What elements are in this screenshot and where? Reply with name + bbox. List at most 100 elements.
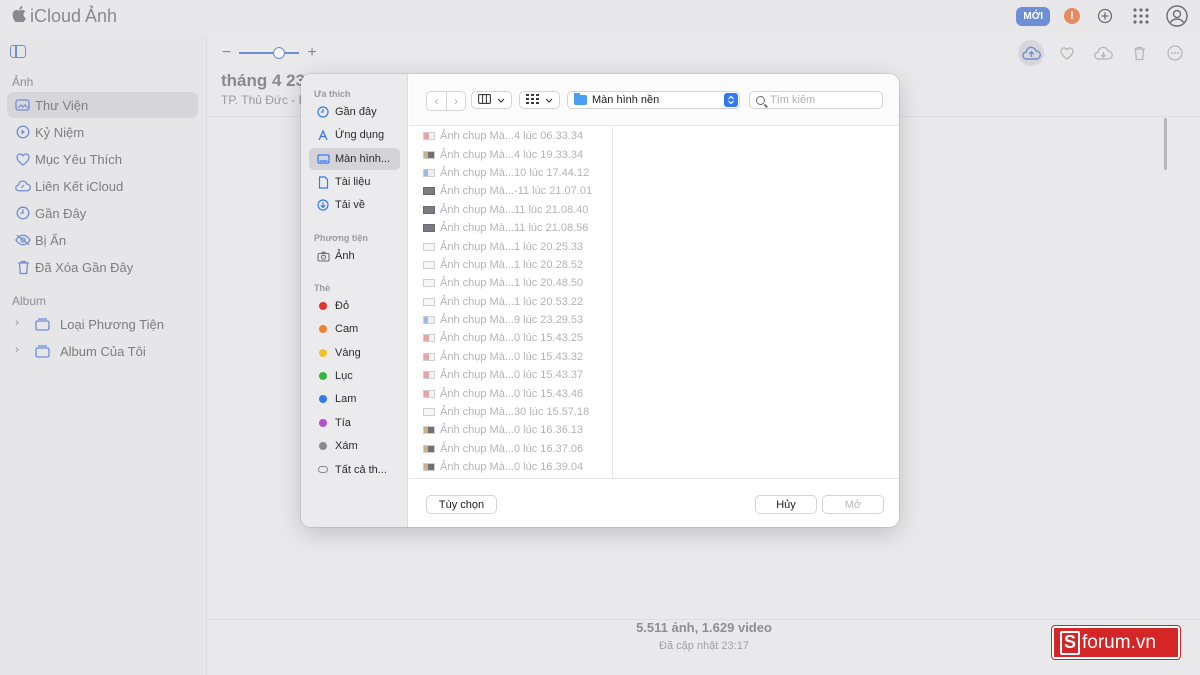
sidebar-item-library[interactable]: Thư Viện: [7, 92, 198, 118]
file-row[interactable]: Ảnh chụp Mà...11 lúc 21.08.40: [409, 201, 612, 219]
dialog-item-applications[interactable]: Ứng dụng: [309, 124, 400, 146]
image-thumbnail-icon: [423, 242, 435, 251]
zoom-out-button[interactable]: −: [222, 44, 231, 62]
file-name: Ảnh chụp Mà...11 lúc 21.08.56: [440, 222, 589, 235]
column-view-button[interactable]: [471, 91, 512, 109]
sidebar-item-recent[interactable]: Gần Đây: [7, 200, 198, 226]
back-button[interactable]: ‹: [427, 92, 446, 110]
file-name: Ảnh chụp Mà...10 lúc 17.44.12: [440, 166, 590, 179]
file-name: Ảnh chụp Mà...9 lúc 23.29.53: [440, 314, 584, 327]
brand-icloud: iCloud: [30, 6, 82, 26]
file-row[interactable]: Ảnh chụp Mà...0 lúc 16.36.13: [409, 421, 612, 439]
favorite-heart-icon[interactable]: [1054, 40, 1080, 66]
file-row[interactable]: Ảnh chụp Mà...10 lúc 17.44.12: [409, 164, 612, 182]
sidebar-toggle-icon[interactable]: [10, 45, 26, 58]
file-row[interactable]: Ảnh chụp Mà...4 lúc 06.33.34: [409, 127, 612, 145]
tag-yellow[interactable]: Vàng: [309, 342, 400, 364]
file-row[interactable]: Ảnh chụp Mà...9 lúc 23.29.53: [409, 311, 612, 329]
options-button[interactable]: Tùy chọn: [426, 495, 497, 514]
sidebar-item-recently-deleted[interactable]: Đã Xóa Gần Đây: [7, 254, 198, 280]
image-thumbnail-icon: [423, 408, 435, 417]
sidebar-item-hidden[interactable]: Bị Ẩn: [7, 227, 198, 253]
dialog-footer: Tùy chọn Hủy Mở: [409, 478, 899, 527]
download-cloud-icon[interactable]: [1090, 40, 1116, 66]
location-popup[interactable]: Màn hình nền: [567, 91, 740, 109]
dialog-item-label: Tài liệu: [335, 176, 371, 188]
zoom-slider-knob[interactable]: [273, 47, 286, 59]
top-bar: iCloud Ảnh MỚI !: [0, 0, 1200, 34]
dialog-item-recents[interactable]: Gần đây: [309, 101, 400, 123]
dialog-item-downloads[interactable]: Tải về: [309, 194, 400, 216]
scrollbar-thumb[interactable]: [1164, 118, 1167, 170]
tag-green[interactable]: Lục: [309, 365, 400, 387]
location-label: TP. Thủ Đức - F: [221, 93, 306, 107]
cancel-button[interactable]: Hủy: [755, 495, 817, 514]
file-row[interactable]: Ảnh chụp Mà...4 lúc 19.33.34: [409, 145, 612, 163]
tag-all[interactable]: Tất cả th...: [309, 459, 400, 481]
nav-buttons: ‹ ›: [426, 91, 466, 111]
file-row[interactable]: Ảnh chụp Mà...1 lúc 20.53.22: [409, 293, 612, 311]
file-row[interactable]: Ảnh chụp Mà...1 lúc 20.48.50: [409, 274, 612, 292]
upload-icon[interactable]: [1018, 40, 1044, 66]
sidebar-item-media-types[interactable]: › Loại Phương Tiện: [7, 311, 198, 337]
columns-icon: [478, 93, 491, 107]
file-row[interactable]: Ảnh chụp Mà...0 lúc 15.43.37: [409, 366, 612, 384]
chevron-right-icon[interactable]: ›: [15, 315, 19, 329]
group-view-button[interactable]: [519, 91, 560, 109]
tag-label: Đỏ: [335, 300, 350, 312]
chevron-right-icon[interactable]: ›: [15, 342, 19, 356]
tag-orange[interactable]: Cam: [309, 318, 400, 340]
file-name: Ảnh chụp Mà...0 lúc 15.43.37: [440, 369, 584, 382]
warning-icon[interactable]: !: [1064, 8, 1080, 24]
sidebar: Ảnh Thư Viện Kỷ Niệm Mục Yêu Thích Liên …: [0, 34, 207, 675]
zoom-in-button[interactable]: +: [307, 44, 316, 62]
file-name: Ảnh chụp Mà...1 lúc 20.25.33: [440, 240, 584, 253]
file-row[interactable]: Ảnh chụp Mà...11 lúc 21.08.56: [409, 219, 612, 237]
file-row[interactable]: Ảnh chụp Mà...0 lúc 15.43.46: [409, 384, 612, 402]
dialog-item-desktop[interactable]: Màn hình...: [309, 148, 400, 170]
sidebar-item-label: Liên Kết iCloud: [35, 178, 124, 194]
file-name: Ảnh chụp Mà...1 lúc 20.53.22: [440, 295, 584, 308]
file-row[interactable]: Ảnh chụp Mà...1 lúc 20.25.33: [409, 237, 612, 255]
image-thumbnail-icon: [423, 352, 435, 361]
sidebar-item-favorites[interactable]: Mục Yêu Thích: [7, 146, 198, 172]
sidebar-item-icloud-links[interactable]: Liên Kết iCloud: [7, 173, 198, 199]
clock-icon: [15, 205, 31, 221]
tag-gray[interactable]: Xám: [309, 435, 400, 457]
tag-label: Tất cả th...: [335, 464, 387, 476]
tag-blue[interactable]: Lam: [309, 388, 400, 410]
account-avatar-icon[interactable]: [1166, 5, 1188, 27]
forward-button[interactable]: ›: [446, 92, 465, 110]
zoom-slider[interactable]: [239, 47, 300, 59]
add-circle-icon[interactable]: [1094, 5, 1116, 27]
new-badge[interactable]: MỚI: [1016, 6, 1050, 26]
file-row[interactable]: Ảnh chụp Mà...0 lúc 16.39.04: [409, 458, 612, 476]
dialog-item-documents[interactable]: Tài liệu: [309, 171, 400, 193]
file-row[interactable]: Ảnh chụp Mà...1 lúc 20.28.52: [409, 256, 612, 274]
dialog-section-media: Phương tiện: [314, 233, 368, 243]
image-thumbnail-icon: [423, 260, 435, 269]
dialog-item-photos[interactable]: Ảnh: [309, 245, 400, 267]
search-field[interactable]: [749, 91, 883, 109]
tag-label: Vàng: [335, 347, 361, 359]
more-options-icon[interactable]: [1162, 40, 1188, 66]
sidebar-item-label: Bị Ẩn: [35, 232, 67, 248]
file-row[interactable]: Ảnh chụp Mà...30 lúc 15.57.18: [409, 403, 612, 421]
file-row[interactable]: Ảnh chụp Mà...0 lúc 15.43.25: [409, 329, 612, 347]
sidebar-item-label: Thư Viện: [35, 97, 89, 113]
file-row[interactable]: Ảnh chụp Mà...0 lúc 15.43.32: [409, 348, 612, 366]
tag-dot-icon: [319, 349, 327, 357]
file-list[interactable]: Ảnh chụp Mà...4 lúc 06.33.34 Ảnh chụp Mà…: [409, 127, 613, 478]
sidebar-item-memories[interactable]: Kỷ Niệm: [7, 119, 198, 145]
open-button[interactable]: Mở: [822, 495, 884, 514]
tag-purple[interactable]: Tía: [309, 412, 400, 434]
search-input[interactable]: [770, 94, 870, 106]
tag-red[interactable]: Đỏ: [309, 295, 400, 317]
file-row[interactable]: Ảnh chụp Mà...-11 lúc 21.07.01: [409, 182, 612, 200]
sidebar-item-my-albums[interactable]: › Album Của Tôi: [7, 338, 198, 364]
file-row[interactable]: Ảnh chụp Mà...0 lúc 16.37.06: [409, 440, 612, 458]
app-grid-icon[interactable]: [1130, 5, 1152, 27]
watermark-s-mark: S: [1060, 630, 1080, 655]
app-brand[interactable]: iCloud Ảnh: [12, 6, 117, 27]
delete-trash-icon[interactable]: [1126, 40, 1152, 66]
